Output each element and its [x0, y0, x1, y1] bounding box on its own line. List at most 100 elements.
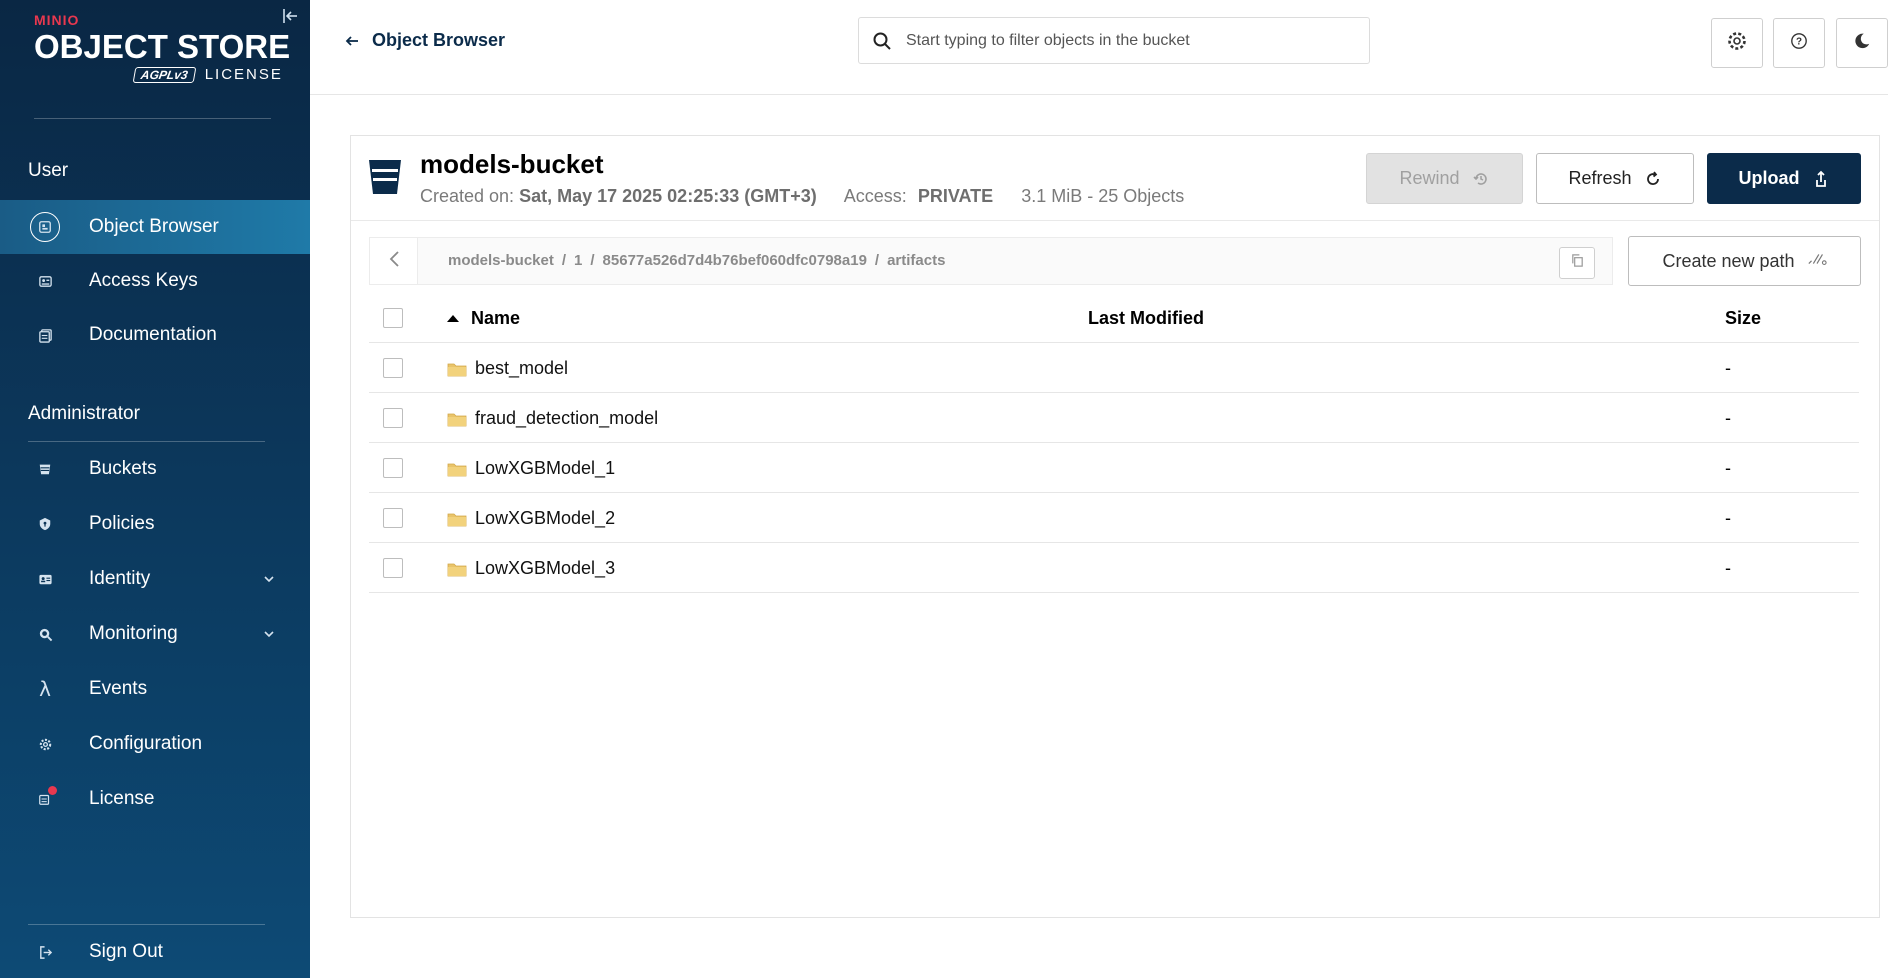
sidebar-divider	[34, 118, 271, 119]
created-value: Sat, May 17 2025 02:25:33 (GMT+3)	[519, 186, 817, 206]
row-checkbox[interactable]	[383, 408, 403, 428]
sort-ascending-icon	[447, 315, 459, 322]
sign-out-button[interactable]: Sign Out	[0, 925, 310, 978]
column-name-label: Name	[471, 308, 521, 328]
table-row[interactable]: LowXGBModel_1 -	[369, 443, 1859, 493]
sidebar-item-buckets[interactable]: Buckets	[0, 442, 310, 496]
breadcrumb-segment[interactable]: 85677a526d7d4b76bef060dfc0798a19	[603, 252, 867, 269]
rewind-button[interactable]: Rewind	[1366, 153, 1523, 204]
object-name[interactable]: LowXGBModel_1	[475, 458, 615, 479]
column-last-modified[interactable]: Last Modified	[1088, 308, 1204, 329]
row-checkbox[interactable]	[383, 458, 403, 478]
upload-icon	[1812, 170, 1830, 188]
object-size: -	[1725, 358, 1731, 378]
sidebar-item-label: Buckets	[89, 458, 157, 479]
bucket-icon	[367, 156, 403, 196]
breadcrumb-separator: /	[590, 252, 595, 269]
create-path-label: Create new path	[1662, 250, 1795, 271]
sidebar-item-license[interactable]: License	[0, 772, 310, 826]
dark-mode-button[interactable]	[1836, 18, 1888, 68]
chevron-down-icon[interactable]	[262, 572, 276, 586]
arrow-left-icon	[344, 33, 360, 49]
breadcrumb-segment[interactable]: artifacts	[887, 252, 945, 269]
rewind-label: Rewind	[1399, 168, 1460, 188]
table-row[interactable]: best_model -	[369, 343, 1859, 393]
svg-text:?: ?	[1796, 36, 1802, 47]
folder-icon	[447, 511, 467, 527]
refresh-button[interactable]: Refresh	[1536, 153, 1694, 204]
sidebar-item-object-browser[interactable]: Object Browser	[0, 200, 310, 254]
history-icon	[1472, 170, 1490, 188]
column-size[interactable]: Size	[1725, 308, 1761, 329]
new-path-icon	[1807, 251, 1827, 272]
access-keys-icon	[30, 266, 60, 296]
collapse-sidebar-icon[interactable]	[280, 6, 300, 26]
object-size: -	[1725, 558, 1731, 578]
section-user: User	[28, 160, 69, 181]
bucket-panel: models-bucket Created on: Sat, May 17 20…	[350, 135, 1880, 918]
minio-logo: MINIO OBJECT STORE AGPLv3 LICENSE	[34, 12, 290, 87]
help-button[interactable]: ?	[1773, 18, 1825, 68]
object-name[interactable]: best_model	[475, 358, 568, 379]
column-name[interactable]: Name	[447, 308, 520, 329]
sidebar-item-monitoring[interactable]: Monitoring	[0, 607, 310, 661]
sidebar-item-label: Identity	[89, 568, 151, 589]
gear-icon	[30, 729, 60, 759]
bucket-meta: Created on: Sat, May 17 2025 02:25:33 (G…	[420, 186, 1184, 207]
create-new-path-button[interactable]: Create new path	[1628, 236, 1861, 286]
upload-button[interactable]: Upload	[1707, 153, 1861, 204]
sidebar-item-identity[interactable]: Identity	[0, 552, 310, 606]
sidebar-item-configuration[interactable]: Configuration	[0, 717, 310, 771]
object-browser-icon	[30, 212, 60, 242]
refresh-icon	[1644, 170, 1662, 188]
table-row[interactable]: fraud_detection_model -	[369, 393, 1859, 443]
sidebar-item-documentation[interactable]: Documentation	[0, 308, 310, 362]
folder-icon	[447, 411, 467, 427]
sidebar-item-policies[interactable]: Policies	[0, 497, 310, 551]
settings-button[interactable]	[1711, 18, 1763, 68]
policies-icon	[30, 509, 60, 539]
logo-license: LICENSE	[204, 66, 283, 83]
dark-mode-icon	[1853, 32, 1871, 55]
select-all-checkbox[interactable]	[383, 308, 403, 328]
sign-out-icon	[30, 937, 60, 967]
sidebar-item-label: Access Keys	[89, 270, 198, 291]
sidebar-item-access-keys[interactable]: Access Keys	[0, 254, 310, 308]
breadcrumb-segment[interactable]: 1	[574, 252, 582, 269]
logo-product: OBJECT STORE	[34, 28, 291, 65]
back-to-object-browser[interactable]: Object Browser	[344, 30, 505, 51]
row-checkbox[interactable]	[383, 508, 403, 528]
access-value: PRIVATE	[917, 186, 994, 206]
buckets-icon	[30, 454, 60, 484]
table-row[interactable]: LowXGBModel_3 -	[369, 543, 1859, 593]
sidebar-item-label: License	[89, 788, 155, 809]
settings-icon	[1725, 29, 1749, 58]
section-administrator: Administrator	[28, 403, 140, 424]
folder-icon	[447, 461, 467, 477]
object-name[interactable]: LowXGBModel_3	[475, 558, 615, 579]
row-checkbox[interactable]	[383, 358, 403, 378]
folder-icon	[447, 561, 467, 577]
refresh-label: Refresh	[1568, 168, 1632, 188]
copy-icon	[1570, 253, 1585, 273]
monitoring-icon	[30, 619, 60, 649]
search-input[interactable]	[906, 31, 1346, 50]
breadcrumb-separator: /	[561, 252, 567, 269]
object-name[interactable]: LowXGBModel_2	[475, 508, 615, 529]
sidebar-item-label: Documentation	[89, 324, 217, 345]
filter-search-box[interactable]	[858, 17, 1370, 64]
chevron-down-icon[interactable]	[262, 627, 276, 641]
breadcrumb-back-button[interactable]	[370, 238, 418, 284]
bucket-usage: 3.1 MiB - 25 Objects	[1021, 186, 1185, 206]
upload-label: Upload	[1738, 168, 1800, 188]
copy-path-button[interactable]	[1559, 247, 1595, 279]
table-row[interactable]: LowXGBModel_2 -	[369, 493, 1859, 543]
object-name[interactable]: fraud_detection_model	[475, 408, 658, 429]
search-icon	[872, 31, 892, 51]
sidebar-item-events[interactable]: λ Events	[0, 662, 310, 716]
row-checkbox[interactable]	[383, 558, 403, 578]
chevron-left-icon	[387, 249, 401, 274]
breadcrumb-segment[interactable]: models-bucket	[448, 252, 554, 269]
notification-badge	[48, 786, 57, 795]
logo-brand: MINIO	[34, 12, 80, 28]
